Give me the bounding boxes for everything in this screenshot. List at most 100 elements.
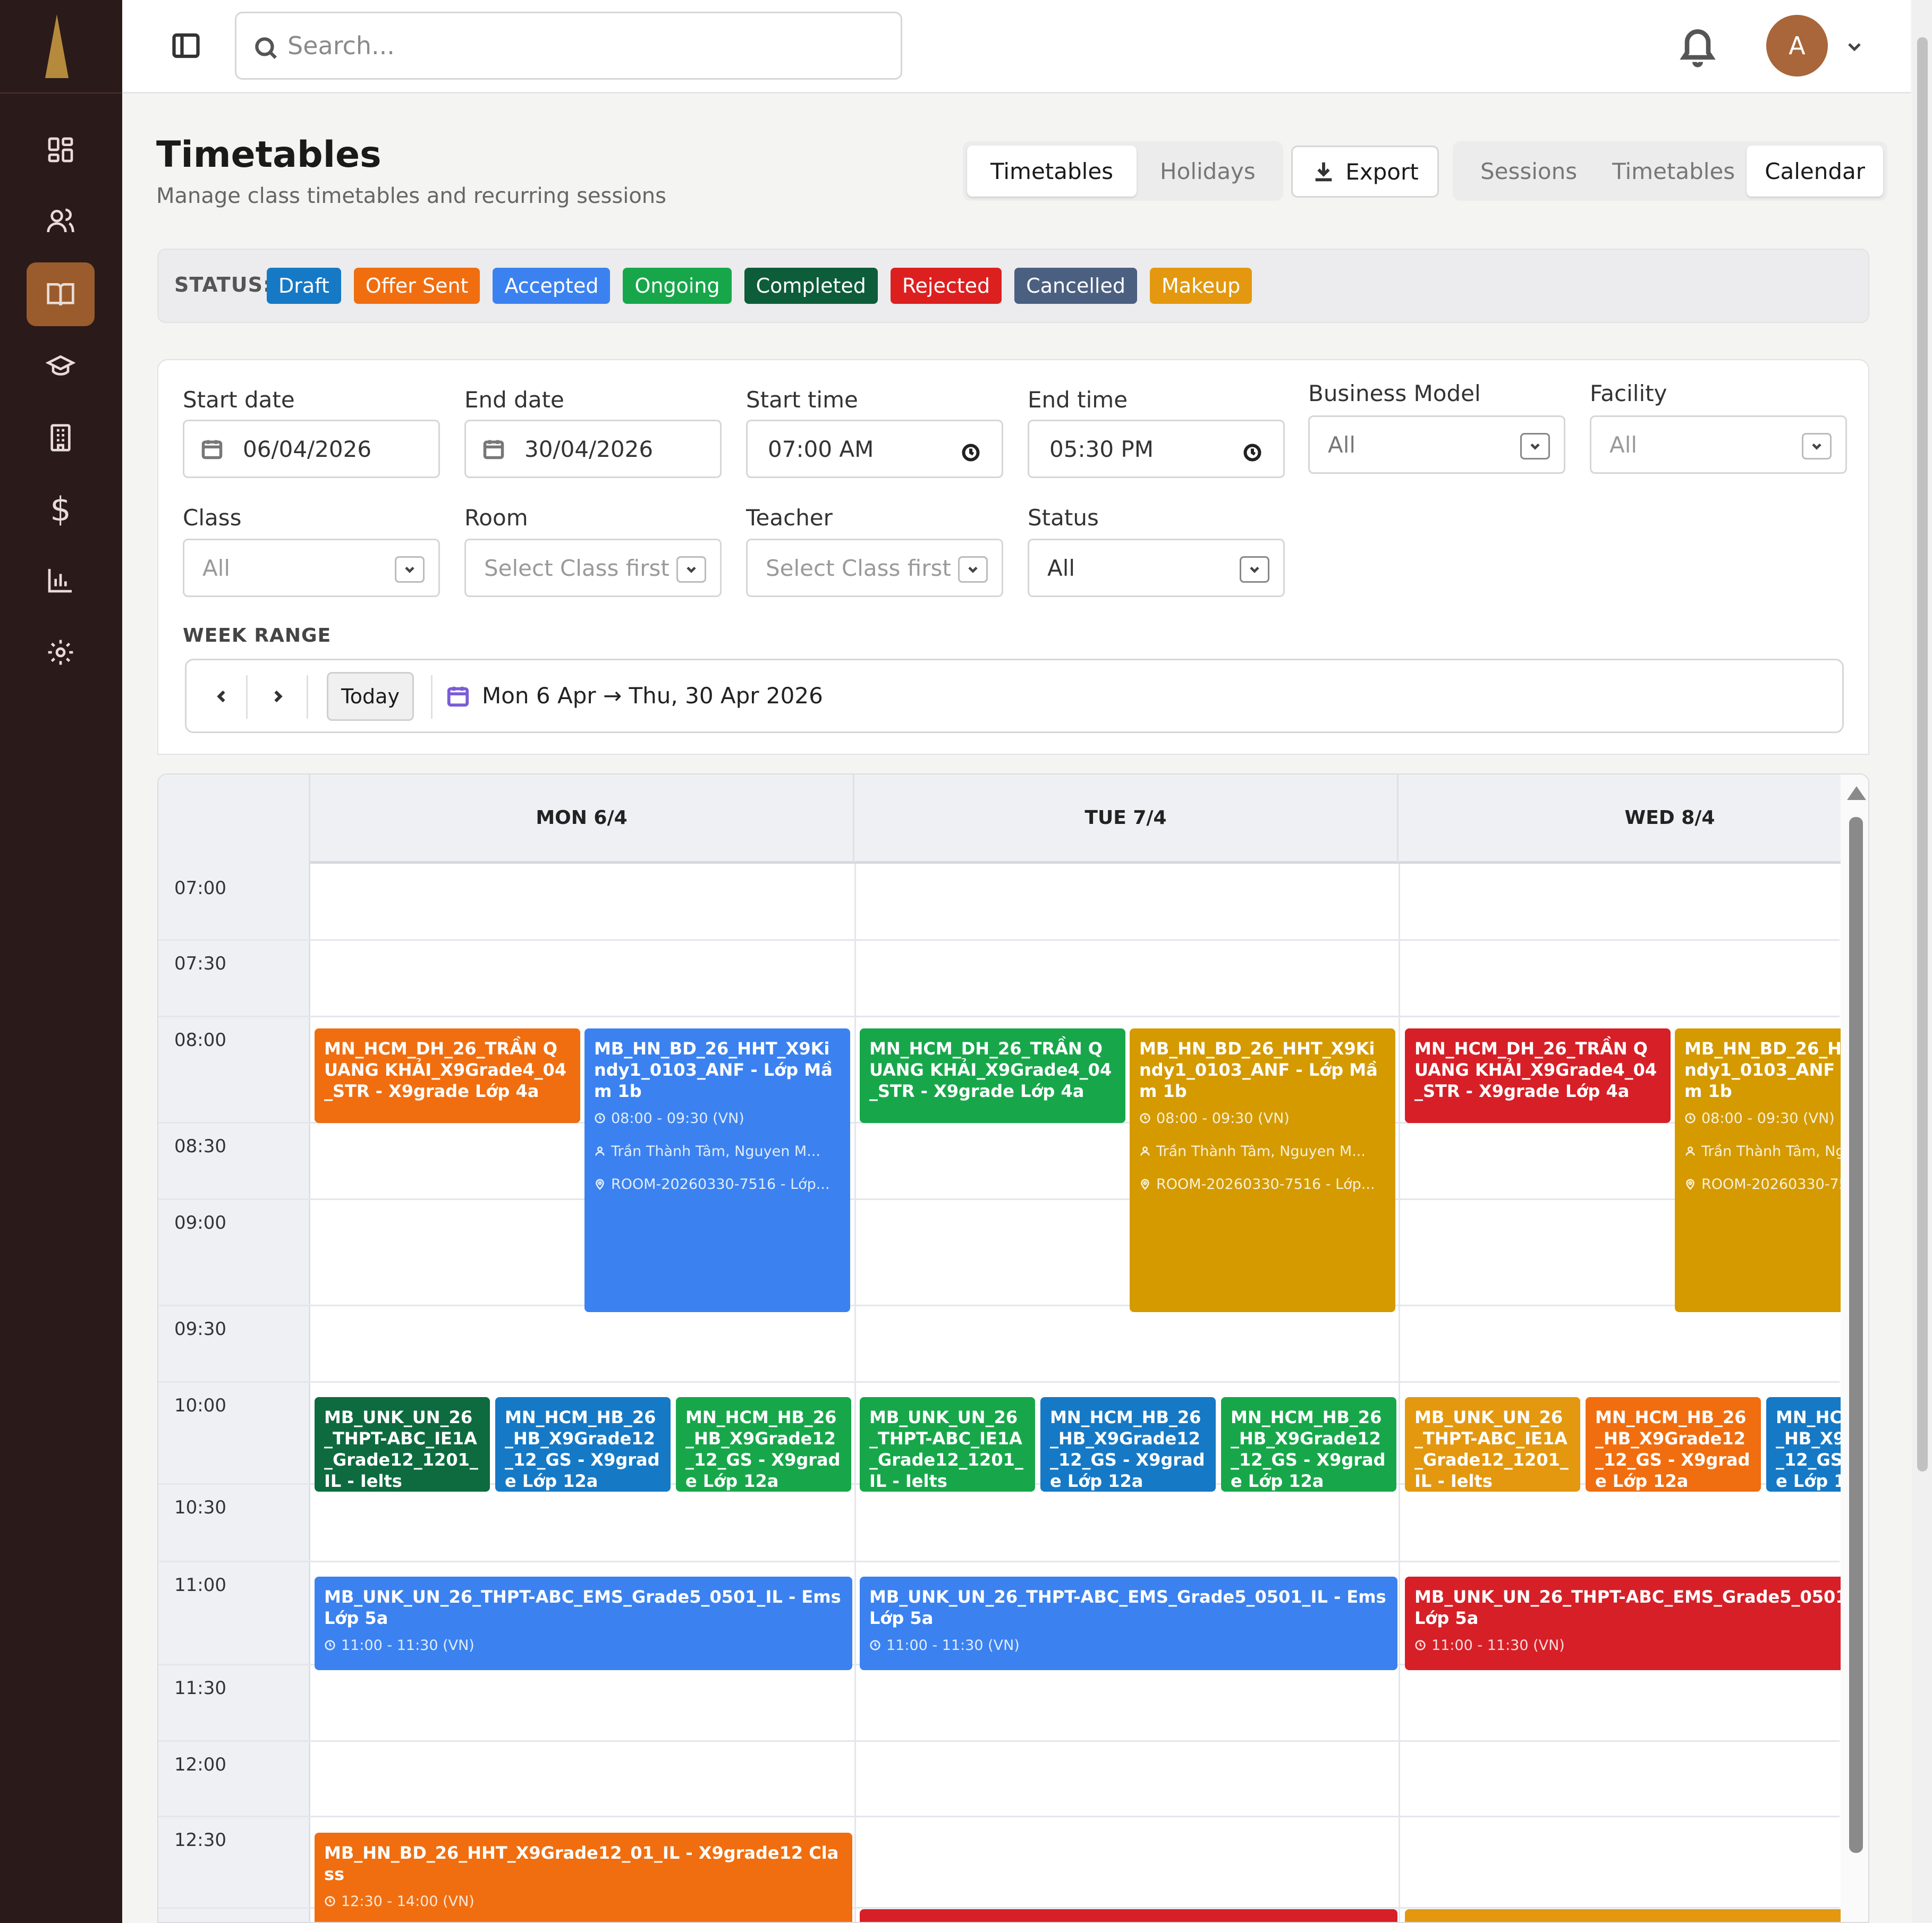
chevron-down-icon <box>968 566 978 573</box>
tab-timetables[interactable]: Timetables <box>967 146 1137 197</box>
calendar-event[interactable]: MN_HCM_HB_26_HB_X9Grade12_12_GS - X9grad… <box>676 1397 851 1492</box>
clock-icon <box>1685 1113 1696 1124</box>
status-chip: Cancelled <box>1014 268 1137 304</box>
day-header-wed[interactable]: WED 8/4 <box>1399 775 1868 864</box>
sidebar-item-facilities[interactable] <box>27 406 95 470</box>
time-label: 13:00 <box>174 1921 226 1922</box>
day-header-tue[interactable]: TUE 7/4 <box>854 775 1399 864</box>
notifications-button[interactable] <box>1679 25 1716 68</box>
clock-icon <box>325 1640 335 1650</box>
event-time: 08:00 - 09:30 (VN) <box>1139 1109 1386 1128</box>
time-label: 09:30 <box>174 1318 226 1340</box>
business-model-select[interactable]: All <box>1308 415 1565 474</box>
search-input[interactable] <box>287 31 819 60</box>
page-subtitle: Manage class timetables and recurring se… <box>156 184 666 208</box>
search-box[interactable] <box>235 12 902 80</box>
calendar-event[interactable]: MB_UNK_UN_26_THPT-ABC_IE1A_Grade12_1201_… <box>315 1397 490 1492</box>
event-time: 11:00 - 11:30 (VN) <box>1414 1636 1868 1655</box>
sidebar-item-dashboard[interactable] <box>27 118 95 182</box>
tab-holidays[interactable]: Holidays <box>1137 146 1279 197</box>
calendar-event[interactable]: MB_HN_BD_26_HHT_X9Grade12_01_IL - X9grad… <box>315 1833 852 1922</box>
calendar-event[interactable]: MN_HCM_HB_26_HB_X9Grade12_12_GS - X9grad… <box>1040 1397 1216 1492</box>
slot-divider <box>158 1198 1840 1200</box>
calendar-event[interactable]: MB_HN_BD_26_HHT_X9Kindy1_0103_ANF - Lớp … <box>584 1028 850 1312</box>
event-title: MN_HCM_HB_26_HB_X9Grade12_12_GS - X9grad… <box>505 1407 660 1491</box>
event-title: MN_HCM_HB_26_HB_X9Grade12_12_GS - X9grad… <box>1231 1407 1386 1491</box>
teacher-label: Teacher <box>746 505 833 531</box>
room-select[interactable]: Select Class first <box>464 539 722 597</box>
clock-icon <box>595 1113 605 1124</box>
today-button[interactable]: Today <box>327 672 414 721</box>
status-chip: Ongoing <box>623 268 732 304</box>
chevron-down-icon <box>1250 566 1259 573</box>
time-column <box>158 775 310 1922</box>
slot-divider <box>158 1816 1840 1817</box>
calendar-event[interactable]: MN_HCM_DH_26_TRẦN QUANG KHẢI_X9Grade4_04… <box>860 1028 1125 1123</box>
event-room: ROOM-20260330-7516 - Lớp... <box>594 1175 841 1194</box>
facility-label: Facility <box>1590 380 1667 406</box>
end-time-field[interactable]: 05:30 PM <box>1028 420 1285 478</box>
calendar-event[interactable]: MB_UNK_UN_26_THPT-ABC_EMS_Grade5_0501_IL… <box>1405 1577 1869 1670</box>
calendar-event[interactable]: MB_UNK_UN_26_THPT-ABC_IE1A_Grade12_1201_… <box>860 1397 1035 1492</box>
sidebar-item-courses[interactable] <box>27 335 95 398</box>
sidebar-item-users[interactable] <box>27 189 95 253</box>
tab-sessions[interactable]: Sessions <box>1457 146 1600 197</box>
time-label: 07:30 <box>174 953 226 974</box>
calendar-event[interactable]: MB_HN_BD_26_HHT_X9Kindy1_0103_ANF - Lớp … <box>1130 1028 1395 1312</box>
start-date-field[interactable]: 06/04/2026 <box>183 420 440 478</box>
event-title: MN_HCM_DH_26_TRẦN QUANG KHẢI_X9Grade4_04… <box>869 1039 1112 1101</box>
time-label: 11:30 <box>174 1678 226 1699</box>
calendar-event[interactable]: MB_UNK_UN_26_THPT-ABC_EMS_Grade5_0501_IL… <box>860 1577 1397 1670</box>
end-date-field[interactable]: 30/04/2026 <box>464 420 722 478</box>
start-date-label: Start date <box>183 387 295 413</box>
tab-timetables-view[interactable]: Timetables <box>1600 146 1747 197</box>
sidebar-item-finance[interactable]: $ <box>27 477 95 541</box>
slot-divider <box>158 1305 1840 1306</box>
time-label: 11:00 <box>174 1575 226 1596</box>
week-range-text[interactable]: Mon 6 Apr → Thu, 30 Apr 2026 <box>482 683 823 709</box>
tab-calendar[interactable]: Calendar <box>1747 146 1884 197</box>
calendar-event[interactable] <box>1405 1909 1868 1922</box>
class-select[interactable]: All <box>183 539 440 597</box>
status-filter-label: Status <box>1028 505 1099 531</box>
scroll-up-icon[interactable] <box>1847 786 1866 800</box>
calendar-event[interactable] <box>860 1909 1397 1922</box>
time-label: 10:00 <box>174 1395 226 1416</box>
start-time-label: Start time <box>746 387 858 413</box>
calendar-icon <box>483 440 504 460</box>
calendar-scrollbar[interactable] <box>1841 775 1868 1922</box>
event-title: MB_UNK_UN_26_THPT-ABC_EMS_Grade5_0501_IL… <box>1414 1587 1869 1628</box>
avatar[interactable]: A <box>1766 15 1828 76</box>
logo-mark <box>29 9 93 83</box>
start-date-value: 06/04/2026 <box>243 436 372 462</box>
calendar-event[interactable]: MB_UNK_UN_26_THPT-ABC_EMS_Grade5_0501_IL… <box>315 1577 852 1670</box>
calendar-event[interactable]: MN_HCM_DH_26_TRẦN QUANG KHẢI_X9Grade4_04… <box>1405 1028 1671 1123</box>
toggle-sidebar-button[interactable] <box>170 30 202 62</box>
calendar-event[interactable]: MB_UNK_UN_26_THPT-ABC_IE1A_Grade12_1201_… <box>1405 1397 1580 1492</box>
room-value: Select Class first <box>484 555 670 581</box>
export-button[interactable]: Export <box>1291 146 1439 198</box>
next-week-button[interactable] <box>263 682 293 711</box>
calendar-event[interactable]: MN_HCM_HB_26_HB_X9Grade12_12_GS - X9grad… <box>1586 1397 1761 1492</box>
sidebar-item-timetables[interactable] <box>27 262 95 326</box>
event-time-text: 11:00 - 11:30 (VN) <box>1431 1637 1565 1654</box>
calendar-event[interactable]: MN_HCM_HB_26_HB_X9Grade12_12_GS - X9grad… <box>1221 1397 1396 1492</box>
teacher-select[interactable]: Select Class first <box>746 539 1003 597</box>
calendar-event[interactable]: MN_HCM_DH_26_TRẦN QUANG KHẢI_X9Grade4_04… <box>315 1028 580 1123</box>
event-title: MN_HCM_DH_26_TRẦN QUANG KHẢI_X9Grade4_04… <box>324 1039 567 1101</box>
calendar-event[interactable]: MN_HCM_HB_26_HB_X9Grade12_12_GS - X9grad… <box>495 1397 671 1492</box>
status-chip: Offer Sent <box>353 268 480 304</box>
chevron-down-icon <box>405 566 414 573</box>
facility-select[interactable]: All <box>1590 415 1847 474</box>
account-menu-button[interactable] <box>1844 36 1865 57</box>
logo[interactable] <box>0 0 122 93</box>
start-time-field[interactable]: 07:00 AM <box>746 420 1003 478</box>
status-chip: Draft <box>267 268 341 304</box>
sidebar-item-settings[interactable] <box>27 620 95 684</box>
sidebar-item-reports[interactable] <box>27 548 95 612</box>
bell-icon <box>1680 29 1716 67</box>
page-scrollbar[interactable] <box>1912 0 1932 1923</box>
previous-week-button[interactable] <box>207 682 236 711</box>
status-select[interactable]: All <box>1028 539 1285 597</box>
day-header-mon[interactable]: MON 6/4 <box>310 775 854 864</box>
